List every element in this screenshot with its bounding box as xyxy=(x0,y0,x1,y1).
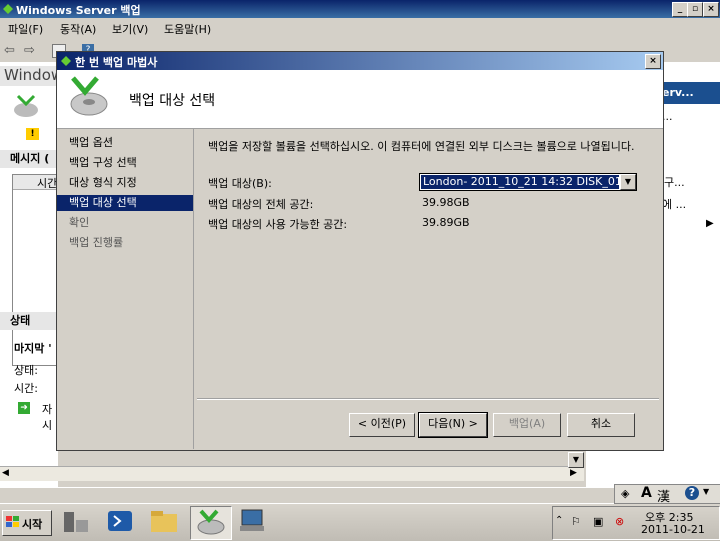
ime-mode-a[interactable]: A xyxy=(641,485,652,501)
start-button[interactable]: 시작 xyxy=(2,510,52,536)
scroll-down-arrow-icon[interactable]: ▼ xyxy=(568,452,584,468)
warning-icon: ! xyxy=(26,128,39,140)
ime-hanja[interactable]: 漢 xyxy=(657,486,670,505)
restore-button[interactable]: ▫ xyxy=(687,2,703,17)
scroll-left-arrow-icon[interactable]: ◀ xyxy=(2,468,9,478)
menu-file[interactable]: 파일(F) xyxy=(8,21,43,37)
menu-bar: 파일(F) 동작(A) 보기(V) 도움말(H) xyxy=(0,18,720,38)
time-column-header[interactable]: 시간 xyxy=(13,175,59,190)
explorer-folder-icon[interactable] xyxy=(148,506,188,538)
target-dropdown[interactable]: London- 2011_10_21 14:32 DISK_01 (E:) ▼ xyxy=(419,173,637,191)
step-confirm: 확인 xyxy=(69,216,90,229)
windows-logo-icon xyxy=(6,516,20,528)
scroll-right-arrow-icon[interactable]: ▶ xyxy=(570,468,577,478)
wizard-titlebar: 한 번 백업 마법사 × xyxy=(57,52,663,70)
backup-button: 백업(A) xyxy=(493,413,561,437)
close-button[interactable]: × xyxy=(703,2,719,17)
step-backup-config[interactable]: 백업 구성 선택 xyxy=(57,155,193,171)
tray-expand-icon[interactable]: ⌃ xyxy=(555,515,563,526)
menu-action[interactable]: 동작(A) xyxy=(60,21,96,37)
arrow-right-icon: ➜ xyxy=(18,402,30,414)
taskbar: 시작 ◈ A 漢 ? ▼ ⌃ ⚐ ▣ ⊗ 오후 2:35 2011-10-21 xyxy=(0,484,720,541)
dropdown-arrow-icon[interactable]: ▼ xyxy=(620,174,636,190)
status-bar xyxy=(0,487,720,504)
messages-heading: 메시지 ( xyxy=(0,150,58,168)
clock-date: 2011-10-21 xyxy=(641,523,705,536)
network-computer-icon[interactable] xyxy=(236,506,276,538)
wizard-title: 한 번 백업 마법사 xyxy=(75,56,158,69)
total-space-label: 백업 대상의 전체 공간: xyxy=(208,198,314,211)
ime-bar: ◈ A 漢 ? ▼ xyxy=(614,484,720,505)
expand-arrow-icon[interactable]: ▶ xyxy=(706,218,714,229)
previous-button[interactable]: < 이전(P) xyxy=(349,413,415,437)
horizontal-scrollbar[interactable]: ◀ ▶ xyxy=(0,466,584,481)
ime-help-icon[interactable]: ? xyxy=(685,486,699,500)
target-label: 백업 대상(B): xyxy=(208,177,272,190)
main-window-title: Windows Server 백업 xyxy=(16,4,141,17)
time-label: 시간: xyxy=(14,382,38,395)
flag-icon[interactable]: ⚐ xyxy=(571,515,581,528)
backup-app-icon xyxy=(2,3,14,15)
step-target-type[interactable]: 대상 형식 지정 xyxy=(57,175,193,191)
cancel-button[interactable]: 취소 xyxy=(567,413,635,437)
backup-taskbar-icon[interactable] xyxy=(190,506,232,540)
free-space-value: 39.89GB xyxy=(422,216,470,229)
back-arrow-icon[interactable]: ⇦ xyxy=(4,43,15,58)
total-space-value: 39.98GB xyxy=(422,196,470,209)
speaker-muted-icon[interactable]: ⊗ xyxy=(615,515,624,528)
ime-settings-icon[interactable]: ◈ xyxy=(621,487,629,500)
step-select-target[interactable]: 백업 대상 선택 xyxy=(57,195,193,211)
messages-list[interactable]: 시간 xyxy=(12,174,60,366)
step-progress: 백업 진행률 xyxy=(69,236,124,249)
network-icon[interactable]: ▣ xyxy=(593,515,603,528)
wizard-close-button[interactable]: × xyxy=(645,54,661,69)
menu-view[interactable]: 보기(V) xyxy=(112,21,148,37)
wizard-steps: 백업 옵션 백업 구성 선택 대상 형식 지정 백업 대상 선택 확인 백업 진… xyxy=(57,129,194,449)
ime-menu-arrow-icon[interactable]: ▼ xyxy=(703,487,709,496)
pane-heading: Windows xyxy=(0,66,71,86)
step-backup-options[interactable]: 백업 옵션 xyxy=(57,135,193,151)
menu-help[interactable]: 도움말(H) xyxy=(164,21,211,37)
actions-item-2[interactable]: 구... xyxy=(664,174,685,190)
minimize-button[interactable]: _ xyxy=(672,2,688,17)
wizard-app-icon xyxy=(60,55,72,67)
forward-arrow-icon[interactable]: ⇨ xyxy=(24,43,35,58)
free-space-label: 백업 대상의 사용 가능한 공간: xyxy=(208,218,348,231)
next-button[interactable]: 다음(N) > xyxy=(418,412,488,438)
backup-disk-icon xyxy=(65,74,109,120)
wizard-page-title: 백업 대상 선택 xyxy=(129,93,216,109)
start-label: 시작 xyxy=(22,518,43,531)
state-label: 상태: xyxy=(14,364,38,377)
backup-icon xyxy=(12,92,40,118)
target-dropdown-value: London- 2011_10_21 14:32 DISK_01 (E:) xyxy=(421,175,619,189)
actions-item-3[interactable]: 에 ... xyxy=(662,196,686,212)
status-heading: 상태 xyxy=(0,312,58,330)
last-backup-label: 마지막 ' xyxy=(14,342,52,355)
wizard-dialog: 한 번 백업 마법사 × 백업 대상 선택 백업 옵션 백업 구성 선택 대상 … xyxy=(56,51,664,451)
system-tray: ⌃ ⚐ ▣ ⊗ 오후 2:35 2011-10-21 xyxy=(552,506,720,540)
powershell-icon[interactable] xyxy=(104,506,144,538)
wizard-header: 백업 대상 선택 xyxy=(57,70,663,129)
instruction-text: 백업을 저장할 볼륨을 선택하십시오. 이 컴퓨터에 연결된 외부 디스크는 볼… xyxy=(208,140,635,153)
server-manager-icon[interactable] xyxy=(60,506,100,538)
button-divider xyxy=(197,398,659,400)
left-pane: Windows ! 메시지 ( 시간 상태 마지막 ' 상태: 시간: ➜ 자시 xyxy=(0,62,71,487)
main-window-titlebar: Windows Server 백업 _ ▫ × xyxy=(0,0,720,18)
